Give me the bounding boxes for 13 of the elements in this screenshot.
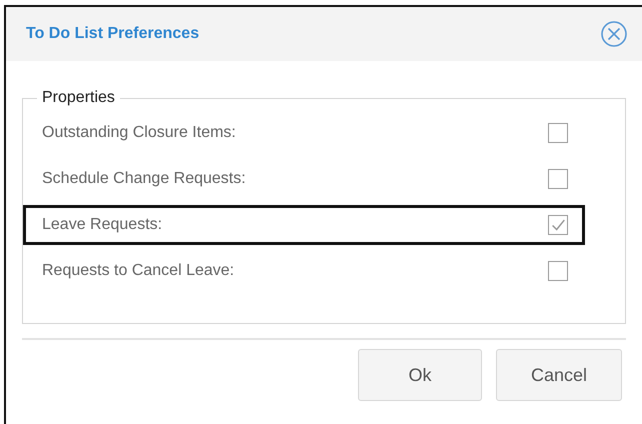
option-label: Schedule Change Requests: [42, 170, 246, 188]
option-label: Outstanding Closure Items: [42, 124, 236, 142]
checkbox[interactable] [548, 123, 568, 143]
option-label: Requests to Cancel Leave: [42, 262, 234, 280]
option-label: Leave Requests: [42, 216, 162, 234]
checkbox[interactable] [548, 261, 568, 281]
cancel-button[interactable]: Cancel [496, 349, 622, 401]
group-legend: Properties [37, 89, 120, 107]
dialog-title: To Do List Preferences [26, 25, 200, 43]
checkbox[interactable] [548, 169, 568, 189]
ok-button[interactable]: Ok [358, 349, 482, 401]
close-icon[interactable] [600, 20, 628, 48]
checkbox[interactable] [548, 215, 568, 235]
